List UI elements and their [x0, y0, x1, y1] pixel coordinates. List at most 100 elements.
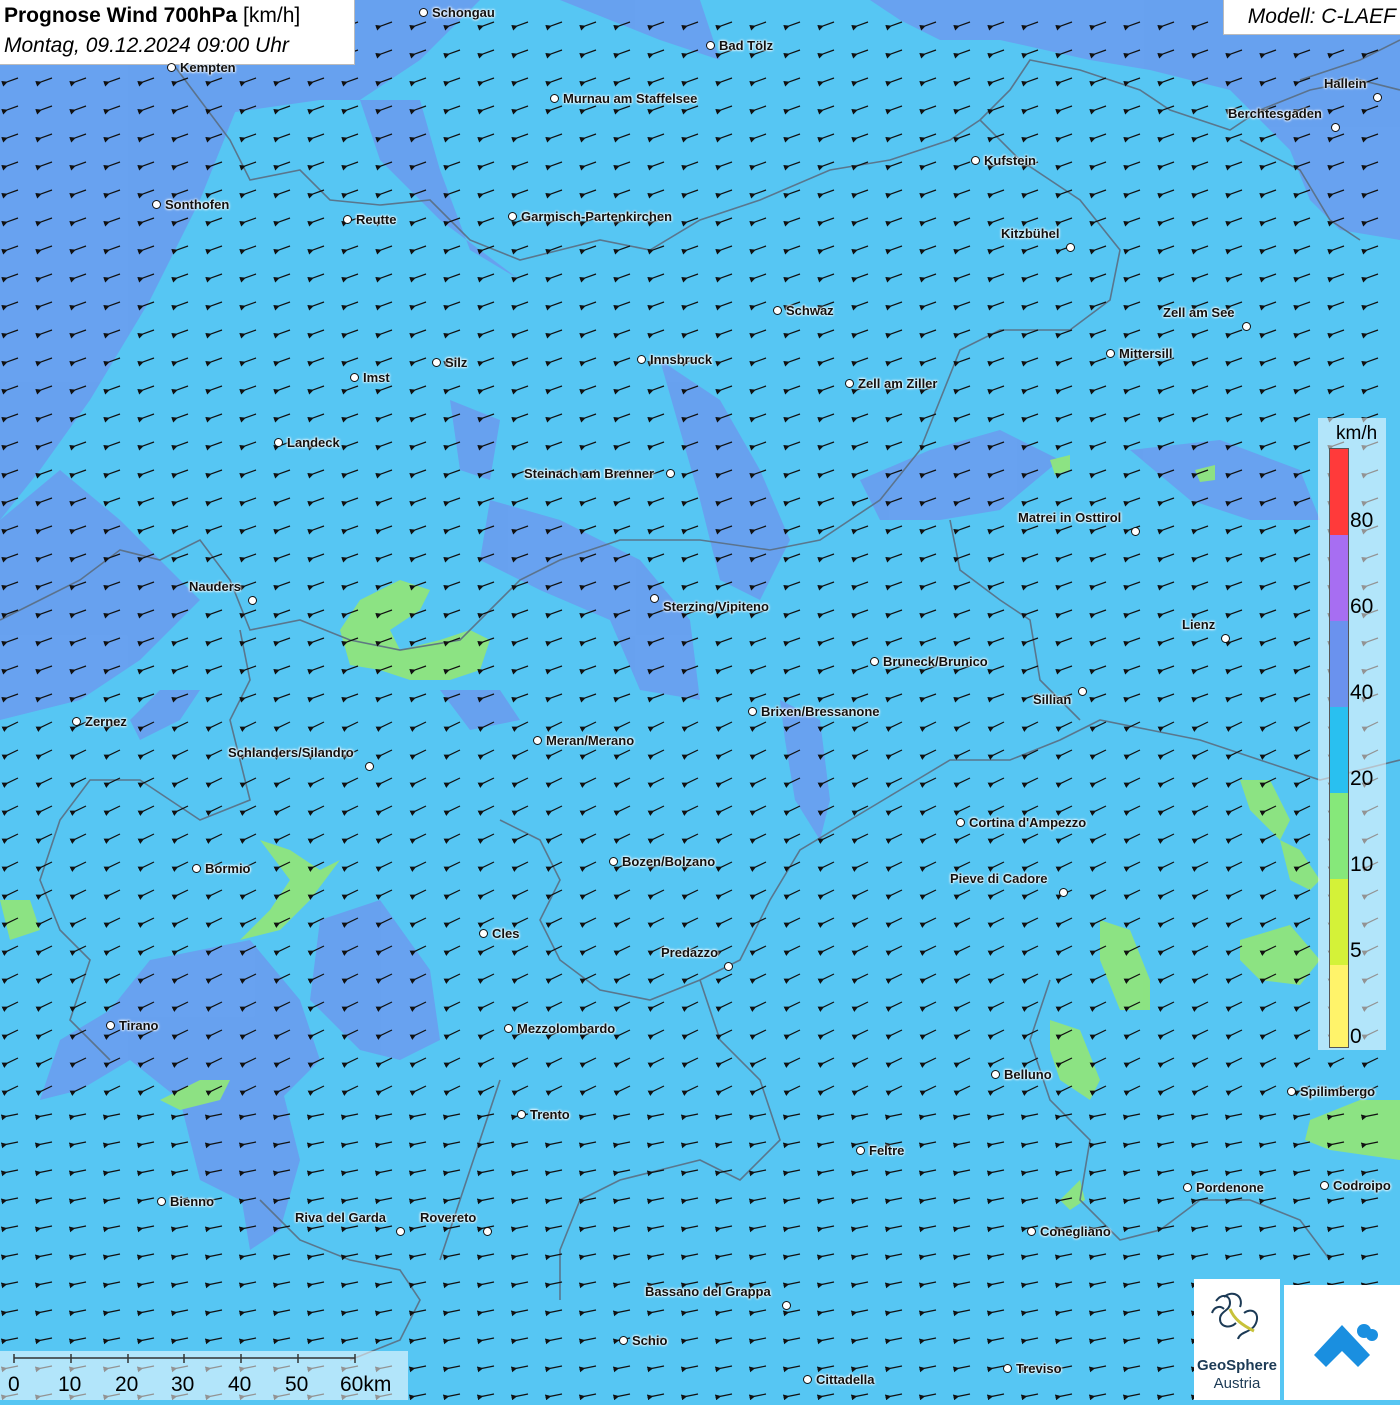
city-marker-icon[interactable] [782, 1301, 791, 1310]
city-label[interactable]: Pordenone [1196, 1180, 1264, 1195]
city-marker-icon[interactable] [248, 596, 257, 605]
city-label[interactable]: Cortina d'Ampezzo [969, 815, 1086, 830]
city-label[interactable]: Schwaz [786, 303, 834, 318]
city-label[interactable]: Mittersill [1119, 346, 1172, 361]
city-label[interactable]: Sonthofen [165, 197, 229, 212]
city-marker-icon[interactable] [432, 358, 441, 367]
city-marker-icon[interactable] [1242, 322, 1251, 331]
city-label[interactable]: Innsbruck [650, 352, 712, 367]
city-label[interactable]: Belluno [1004, 1067, 1052, 1082]
city-label[interactable]: Bormio [205, 861, 251, 876]
city-marker-icon[interactable] [870, 657, 879, 666]
city-marker-icon[interactable] [650, 594, 659, 603]
city-label[interactable]: Pieve di Cadore [950, 871, 1048, 886]
app-logo[interactable] [1284, 1285, 1400, 1400]
city-label[interactable]: Trento [530, 1107, 570, 1122]
city-label[interactable]: Matrei in Osttirol [1018, 510, 1121, 525]
city-marker-icon[interactable] [1221, 634, 1230, 643]
city-marker-icon[interactable] [1320, 1181, 1329, 1190]
city-label[interactable]: Silz [445, 355, 467, 370]
city-label[interactable]: Brixen/Bressanone [761, 704, 880, 719]
city-marker-icon[interactable] [517, 1110, 526, 1119]
city-marker-icon[interactable] [971, 156, 980, 165]
city-label[interactable]: Tirano [119, 1018, 159, 1033]
city-marker-icon[interactable] [167, 63, 176, 72]
city-marker-icon[interactable] [724, 962, 733, 971]
city-marker-icon[interactable] [550, 94, 559, 103]
city-marker-icon[interactable] [1373, 93, 1382, 102]
city-label[interactable]: Lienz [1182, 617, 1215, 632]
city-label[interactable]: Bassano del Grappa [645, 1284, 771, 1299]
city-marker-icon[interactable] [1106, 349, 1115, 358]
city-marker-icon[interactable] [152, 200, 161, 209]
city-marker-icon[interactable] [609, 857, 618, 866]
city-marker-icon[interactable] [1059, 888, 1068, 897]
city-label[interactable]: Cles [492, 926, 519, 941]
city-label[interactable]: Treviso [1016, 1361, 1062, 1376]
city-label[interactable]: Kempten [180, 60, 236, 75]
city-marker-icon[interactable] [157, 1197, 166, 1206]
city-marker-icon[interactable] [1066, 243, 1075, 252]
city-marker-icon[interactable] [956, 818, 965, 827]
city-label[interactable]: Cittadella [816, 1372, 875, 1387]
city-marker-icon[interactable] [1003, 1364, 1012, 1373]
city-label[interactable]: Bienno [170, 1194, 214, 1209]
city-label[interactable]: Meran/Merano [546, 733, 634, 748]
city-label[interactable]: Predazzo [661, 945, 718, 960]
city-marker-icon[interactable] [504, 1024, 513, 1033]
city-marker-icon[interactable] [706, 41, 715, 50]
city-label[interactable]: Hallein [1324, 76, 1367, 91]
city-label[interactable]: Sillian [1033, 692, 1071, 707]
city-marker-icon[interactable] [748, 707, 757, 716]
city-marker-icon[interactable] [845, 379, 854, 388]
city-marker-icon[interactable] [991, 1070, 1000, 1079]
city-label[interactable]: Sterzing/Vipiteno [663, 599, 769, 614]
city-marker-icon[interactable] [343, 215, 352, 224]
city-marker-icon[interactable] [419, 8, 428, 17]
city-marker-icon[interactable] [508, 212, 517, 221]
city-label[interactable]: Zernez [85, 714, 127, 729]
city-marker-icon[interactable] [192, 864, 201, 873]
city-label[interactable]: Rovereto [420, 1210, 476, 1225]
city-label[interactable]: Bad Tölz [719, 38, 773, 53]
city-label[interactable]: Zell am Ziller [858, 376, 937, 391]
city-label[interactable]: Garmisch-Partenkirchen [521, 209, 672, 224]
city-label[interactable]: Codroipo [1333, 1178, 1391, 1193]
city-label[interactable]: Bruneck/Brunico [883, 654, 988, 669]
city-marker-icon[interactable] [856, 1146, 865, 1155]
city-marker-icon[interactable] [533, 736, 542, 745]
city-marker-icon[interactable] [396, 1227, 405, 1236]
city-marker-icon[interactable] [274, 438, 283, 447]
city-marker-icon[interactable] [1078, 687, 1087, 696]
city-marker-icon[interactable] [365, 762, 374, 771]
city-marker-icon[interactable] [1027, 1227, 1036, 1236]
city-label[interactable]: Kitzbühel [1001, 226, 1060, 241]
city-label[interactable]: Kufstein [984, 153, 1036, 168]
city-label[interactable]: Schongau [432, 5, 495, 20]
city-label[interactable]: Schio [632, 1333, 667, 1348]
city-label[interactable]: Murnau am Staffelsee [563, 91, 697, 106]
city-label[interactable]: Schlanders/Silandro [228, 745, 354, 760]
city-label[interactable]: Bozen/Bolzano [622, 854, 715, 869]
city-label[interactable]: Landeck [287, 435, 340, 450]
city-marker-icon[interactable] [350, 373, 359, 382]
city-label[interactable]: Berchtesgaden [1228, 106, 1322, 121]
city-marker-icon[interactable] [479, 929, 488, 938]
city-marker-icon[interactable] [106, 1021, 115, 1030]
city-marker-icon[interactable] [1331, 123, 1340, 132]
city-label[interactable]: Spilimbergo [1300, 1084, 1375, 1099]
city-marker-icon[interactable] [803, 1375, 812, 1384]
city-marker-icon[interactable] [666, 469, 675, 478]
city-label[interactable]: Nauders [189, 579, 241, 594]
city-marker-icon[interactable] [483, 1227, 492, 1236]
city-label[interactable]: Feltre [869, 1143, 904, 1158]
city-label[interactable]: Steinach am Brenner [524, 466, 654, 481]
city-marker-icon[interactable] [773, 306, 782, 315]
geosphere-logo[interactable]: GeoSphere Austria [1194, 1279, 1280, 1400]
city-label[interactable]: Mezzolombardo [517, 1021, 615, 1036]
city-label[interactable]: Imst [363, 370, 390, 385]
city-marker-icon[interactable] [619, 1336, 628, 1345]
city-marker-icon[interactable] [1287, 1087, 1296, 1096]
city-marker-icon[interactable] [637, 355, 646, 364]
city-marker-icon[interactable] [1131, 527, 1140, 536]
